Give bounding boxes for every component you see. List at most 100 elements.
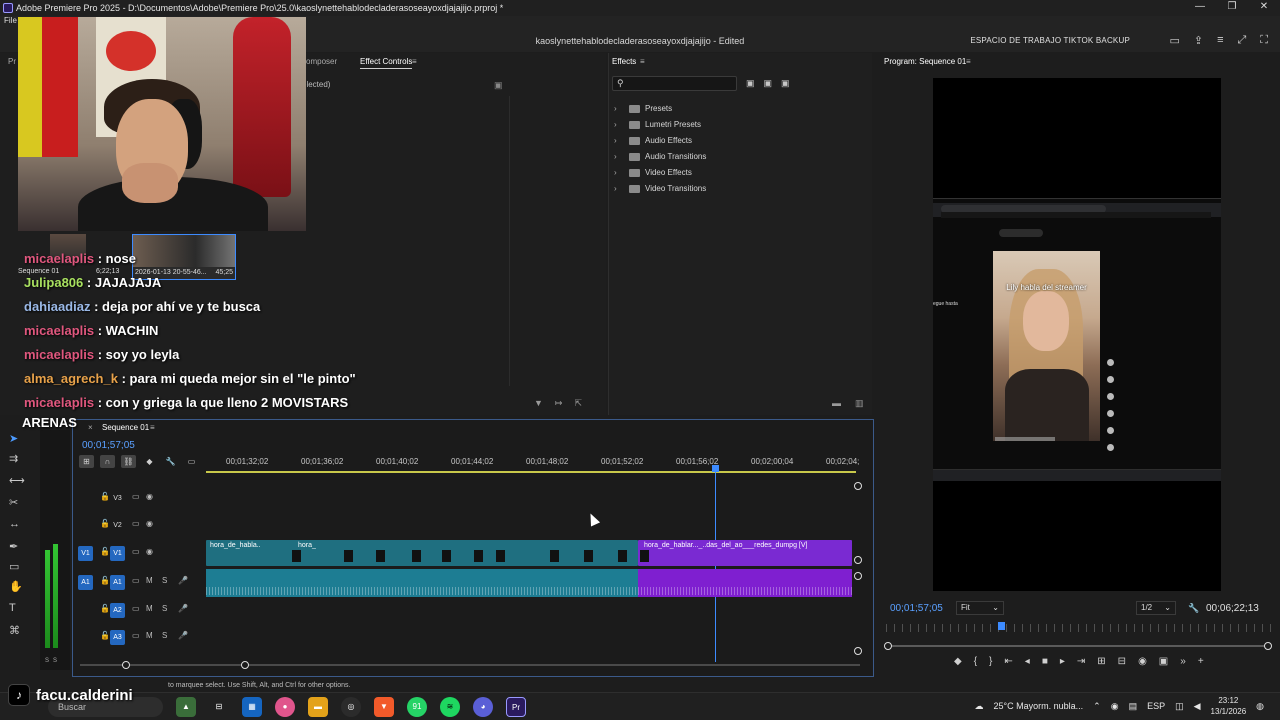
lock-icon[interactable]: 🔓 [100, 492, 110, 501]
audio-clip-teal[interactable] [206, 569, 638, 597]
type-tool-icon[interactable]: T [9, 602, 16, 614]
effects-folder-presets[interactable]: › Presets [614, 101, 864, 117]
hand-tool-icon[interactable]: ✋ [9, 580, 23, 593]
menu-file[interactable]: File [4, 16, 17, 25]
clipboard-icon[interactable]: ▤ [1129, 701, 1138, 712]
32bit-effects-icon[interactable]: ▣ [764, 78, 773, 89]
lock-icon[interactable]: 🔓 [100, 604, 110, 613]
add-marker-icon[interactable]: ◆ [954, 656, 962, 667]
eye-icon[interactable]: ◉ [146, 492, 153, 501]
sync-lock-icon[interactable]: ▭ [132, 604, 140, 613]
minimize-button[interactable]: — [1184, 0, 1216, 16]
timeline-vscroll-knob[interactable] [854, 572, 862, 580]
track-name[interactable]: V1 [110, 546, 125, 561]
eye-icon[interactable]: ◉ [146, 519, 153, 528]
mic-icon[interactable]: 🎤 [178, 604, 188, 613]
tab-effect-controls[interactable]: Effect Controls [360, 57, 413, 69]
program-timecode[interactable]: 00;01;57;05 [890, 603, 943, 614]
ripple-edit-tool-icon[interactable]: ⟷ [9, 474, 25, 487]
captions-icon[interactable]: ▭ [184, 455, 199, 468]
fullscreen-icon[interactable]: ⛶ [1260, 34, 1268, 47]
landscape-app-icon[interactable]: ▲ [176, 697, 196, 717]
add-marker-icon[interactable]: ◆ [142, 455, 157, 468]
export-frame-icon[interactable]: ◉ [1138, 656, 1147, 667]
scroll-handle-left[interactable] [122, 661, 130, 669]
timeline-vscroll-knob[interactable] [854, 482, 862, 490]
timeline-ruler[interactable]: 00;01;32;02 00;01;36;02 00;01;40;02 00;0… [206, 451, 859, 473]
rectangle-tool-icon[interactable]: ▭ [9, 560, 19, 573]
timeline-menu-icon[interactable]: ≡ [150, 423, 155, 432]
lock-icon[interactable]: 🔓 [100, 547, 110, 556]
close-button[interactable]: ✕ [1248, 0, 1280, 16]
zoom-fit-select[interactable]: Fit ⌄ [956, 601, 1004, 615]
pen-tool-icon[interactable]: ✒ [9, 540, 18, 553]
brave-icon[interactable]: ▼ [374, 697, 394, 717]
lock-icon[interactable]: 🔓 [100, 519, 110, 528]
slip-tool-icon[interactable]: ↔ [9, 518, 20, 530]
notification-icon[interactable]: ◍ [1256, 701, 1264, 712]
go-to-out-icon[interactable]: ⇥ [1077, 656, 1085, 667]
effects-folder-video-effects[interactable]: › Video Effects [614, 165, 864, 181]
scroll-handle-left[interactable] [884, 642, 892, 650]
linked-selection-icon[interactable]: ⛓ [121, 455, 136, 468]
effects-folder-lumetri[interactable]: › Lumetri Presets [614, 117, 864, 133]
discord-icon[interactable]: ◕ [473, 697, 493, 717]
effects-folder-audio-effects[interactable]: › Audio Effects [614, 133, 864, 149]
razor-tool-icon[interactable]: ✂ [9, 496, 18, 509]
mute-icon[interactable]: M [146, 604, 153, 613]
go-to-in-icon[interactable]: ⇤ [1004, 656, 1012, 667]
close-sequence-icon[interactable]: × [88, 423, 93, 432]
effects-folder-video-transitions[interactable]: › Video Transitions [614, 181, 864, 197]
video-clip-teal[interactable]: hora_de_habla.. hora_ [206, 540, 638, 566]
location-icon[interactable]: ◉ [1111, 701, 1119, 712]
source-patch-v1[interactable]: V1 [78, 546, 93, 561]
track-select-tool-icon[interactable]: ⇉ [9, 452, 18, 465]
go-icon[interactable]: ⇱ [574, 398, 582, 409]
stop-icon[interactable]: ■ [1042, 656, 1048, 667]
scroll-handle-right[interactable] [1264, 642, 1272, 650]
timeline-timecode[interactable]: 00;01;57;05 [82, 440, 135, 451]
zoom-icon[interactable]: ⤢ [1237, 34, 1246, 47]
lift-icon[interactable]: ⊞ [1097, 656, 1105, 667]
panel-collapse-icon[interactable]: ▣ [494, 80, 503, 91]
task-view-icon[interactable]: ⊟ [209, 697, 229, 717]
effects-folder-audio-transitions[interactable]: › Audio Transitions [614, 149, 864, 165]
audio-clip-purple[interactable] [638, 569, 852, 597]
add-button-icon[interactable]: + [1198, 656, 1204, 667]
export-frame-icon[interactable]: ↦ [555, 398, 563, 409]
mark-out-icon[interactable]: } [989, 656, 992, 667]
settings-icon[interactable]: ≡ [1217, 34, 1223, 47]
store-icon[interactable]: ▦ [242, 697, 262, 717]
solo-icon[interactable]: S [162, 576, 167, 585]
mark-in-icon[interactable]: { [974, 656, 977, 667]
lock-icon[interactable]: 🔓 [100, 576, 110, 585]
effects-search-input[interactable]: ⚲ [612, 76, 737, 91]
sync-lock-icon[interactable]: ▭ [132, 631, 140, 640]
sync-lock-icon[interactable]: ▭ [132, 519, 140, 528]
snap-icon[interactable]: ∩ [100, 455, 115, 468]
spotify-icon[interactable]: ≋ [440, 697, 460, 717]
weather-text[interactable]: 25°C Mayorm. nubla... [994, 701, 1084, 711]
lock-icon[interactable]: 🔓 [100, 631, 110, 640]
premiere-pro-icon[interactable]: Pr [506, 697, 526, 717]
mic-icon[interactable]: 🎤 [178, 576, 188, 585]
trash-icon[interactable]: ▥ [855, 398, 864, 409]
track-name[interactable]: A3 [110, 630, 125, 645]
effects-title[interactable]: Effects [612, 57, 636, 66]
selection-tool-icon[interactable]: ➤ [9, 432, 18, 445]
mute-icon[interactable]: M [146, 631, 153, 640]
insert-nest-icon[interactable]: ⊞ [79, 455, 94, 468]
workspace-name[interactable]: ESPACIO DE TRABAJO TIKTOK BACKUP [970, 36, 1130, 45]
whatsapp-icon[interactable]: 91 [407, 697, 427, 717]
solo-right[interactable]: S [53, 658, 57, 664]
bin-clip-thumbnail[interactable]: 2026-01-13 20-55-46... 45;25 [132, 234, 236, 280]
timeline-vscroll-knob[interactable] [854, 647, 862, 655]
accelerated-effects-icon[interactable]: ▣ [746, 78, 755, 89]
video-clip-purple[interactable]: hora_de_hablar..._..das_del_ao___redes_d… [638, 540, 852, 566]
program-monitor-title[interactable]: Program: Sequence 01 [884, 57, 966, 66]
new-bin-icon[interactable]: ▬ [832, 398, 841, 409]
solo-icon[interactable]: S [162, 631, 167, 640]
solo-left[interactable]: S [45, 658, 49, 664]
timeline-sequence-tab[interactable]: Sequence 01 [102, 423, 149, 432]
program-playhead[interactable] [998, 622, 1005, 630]
